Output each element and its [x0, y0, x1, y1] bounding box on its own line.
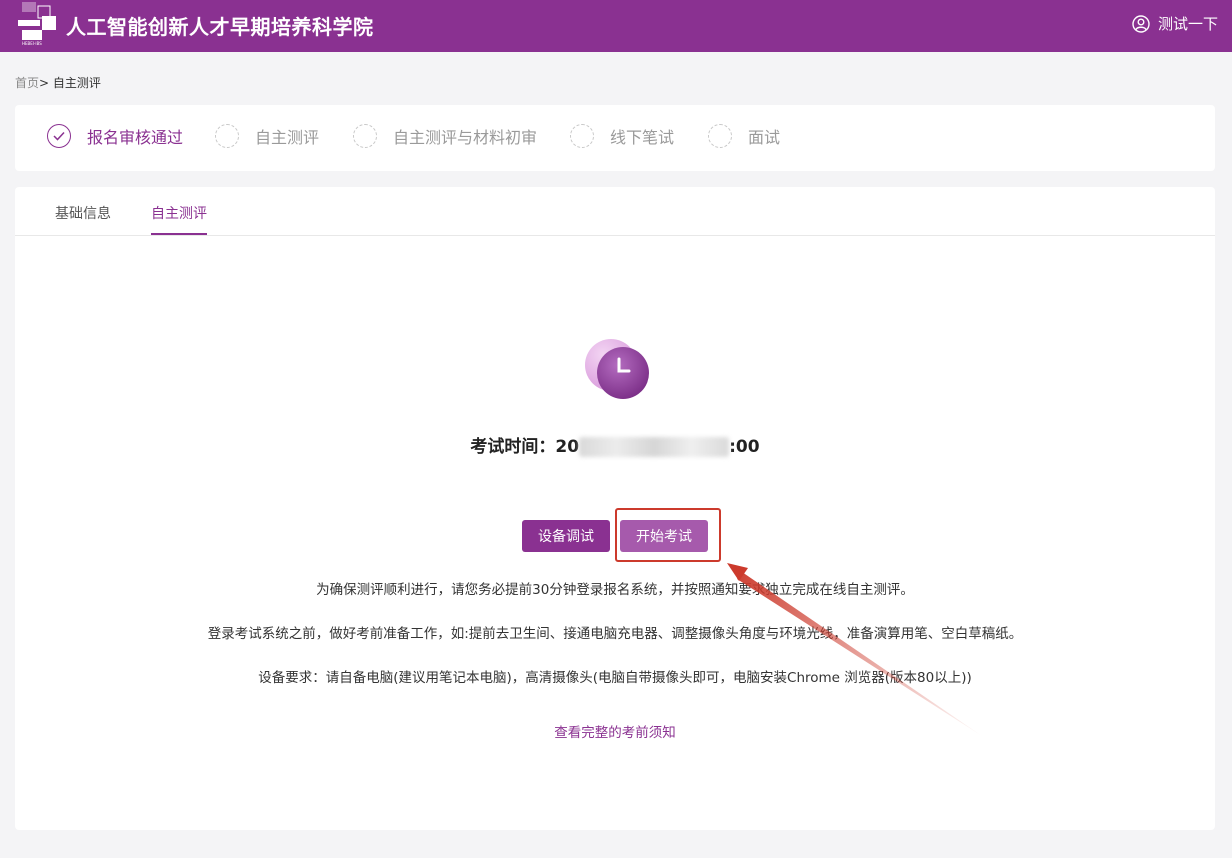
- progress-steps: 报名审核通过 自主测评 自主测评与材料初审 线下笔试 面试: [15, 105, 1215, 171]
- top-navigation-bar: HEBEI-IBS 人工智能创新人才早期培养科学院 测试一下: [0, 0, 1232, 52]
- exam-time-prefix: 20: [555, 437, 580, 457]
- step-label: 自主测评: [255, 128, 320, 147]
- tab-basic-info[interactable]: 基础信息: [55, 203, 111, 223]
- main-content-card: 基础信息 自主测评 考试时间：20:00 设备调试 开始考试 为确保测评顺利进行…: [15, 187, 1215, 830]
- active-tab-indicator: [151, 233, 207, 235]
- notice-line: 登录考试系统之前，做好考前准备工作，如:提前去卫生间、接通电脑充电器、调整摄像头…: [207, 626, 1023, 642]
- logo-caption: HEBEI-IBS: [22, 41, 42, 46]
- user-name: 测试一下: [1157, 15, 1218, 33]
- tab-self-assessment[interactable]: 自主测评: [151, 203, 207, 223]
- exam-time: 考试时间：20 :00: [15, 432, 1215, 457]
- device-check-button[interactable]: 设备调试: [522, 520, 610, 552]
- pending-circle-icon: [353, 124, 377, 148]
- breadcrumb-separator: >: [39, 76, 50, 90]
- step-label: 自主测评与材料初审: [393, 128, 538, 147]
- step-offline-written-exam: 线下笔试: [570, 124, 674, 148]
- check-circle-icon: [47, 124, 71, 148]
- breadcrumb-home-link[interactable]: 首页: [15, 76, 39, 90]
- pending-circle-icon: [708, 124, 732, 148]
- exam-time-suffix: :00: [729, 437, 760, 457]
- user-menu[interactable]: 测试一下: [1132, 13, 1218, 34]
- breadcrumb-current: 自主测评: [52, 76, 101, 90]
- step-interview: 面试: [708, 124, 780, 148]
- pending-circle-icon: [570, 124, 594, 148]
- step-self-assessment: 自主测评: [215, 124, 319, 148]
- exam-time-label: 考试时间：: [470, 437, 556, 457]
- step-registration-approved: 报名审核通过: [47, 124, 183, 148]
- step-assessment-material-review: 自主测评与材料初审: [353, 124, 537, 148]
- step-label: 报名审核通过: [87, 128, 184, 147]
- notice-line: 为确保测评顺利进行，请您务必提前30分钟登录报名系统，并按照通知要求独立完成在线…: [316, 582, 914, 598]
- app-title: 人工智能创新人才早期培养科学院: [66, 15, 374, 39]
- pending-circle-icon: [215, 124, 239, 148]
- step-label: 线下笔试: [610, 128, 675, 147]
- clock-icon: [585, 339, 649, 399]
- full-exam-instructions-link[interactable]: 查看完整的考前须知: [15, 721, 1215, 741]
- breadcrumb: 首页> 自主测评: [15, 74, 101, 91]
- tab-bar: 基础信息 自主测评: [15, 187, 1215, 236]
- academy-logo-icon: HEBEI-IBS: [18, 2, 56, 46]
- notice-line: 设备要求：请自备电脑(建议用笔记本电脑)，高清摄像头(电脑自带摄像头即可，电脑安…: [258, 670, 972, 686]
- redacted-time-value: [579, 437, 730, 457]
- user-circle-icon: [1132, 14, 1150, 33]
- step-label: 面试: [748, 128, 781, 147]
- annotation-highlight-box: [615, 508, 721, 562]
